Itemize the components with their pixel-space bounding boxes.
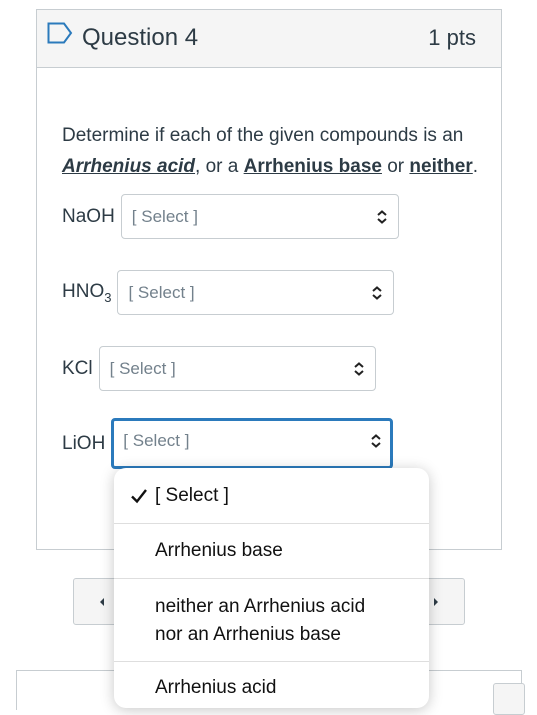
prompt-end: .: [472, 156, 479, 177]
updown-chevron-icon: [353, 362, 364, 376]
select-value: [ Select ]: [123, 431, 190, 450]
select-value: [ Select ]: [109, 359, 176, 378]
option-label: Arrhenius acid: [155, 677, 277, 698]
option-label: Arrhenius base: [155, 540, 283, 561]
option-label: [ Select ]: [155, 485, 229, 506]
option-neither[interactable]: neither an Arrhenius acid nor an Arrheni…: [114, 579, 429, 662]
triangle-left-icon[interactable]: [98, 597, 106, 607]
compound-label: LiOH: [62, 432, 106, 454]
term-neither: neither: [409, 156, 473, 177]
checkmark-icon: [131, 489, 147, 504]
select-value: [ Select ]: [128, 283, 195, 302]
prompt-text: Determine if each of the given compounds…: [62, 125, 464, 146]
compound-row-hno3: HNO3 [ Select ]: [62, 270, 395, 315]
option-label: nor an Arrhenius base: [155, 624, 341, 645]
compound-select-naoh[interactable]: [ Select ]: [120, 194, 399, 239]
updown-chevron-icon: [371, 434, 381, 448]
updown-chevron-icon: [372, 286, 383, 300]
question-points: 1 pts: [428, 25, 476, 50]
option-select[interactable]: [ Select ]: [114, 468, 429, 524]
prompt-separator: , or a: [195, 156, 244, 177]
updown-chevron-icon: [377, 210, 387, 224]
question-header: Question 4 1 pts: [37, 10, 501, 68]
prompt-separator: or: [381, 156, 410, 177]
compound-select-kcl[interactable]: [ Select ]: [98, 346, 376, 391]
bookmark-flag-icon[interactable]: [47, 22, 73, 44]
compound-select-hno3[interactable]: [ Select ]: [117, 270, 395, 315]
question-prompt: Determine if each of the given compounds…: [62, 120, 492, 182]
compound-row-kcl: KCl [ Select ]: [62, 346, 376, 391]
select-options-popup: [ Select ] Arrhenius base neither an Arr…: [114, 468, 429, 708]
compound-select-lioh[interactable]: [ Select ]: [111, 418, 394, 469]
compound-label: KCl: [62, 357, 93, 379]
question-title: Question 4: [82, 24, 199, 51]
compound-row-naoh: NaOH [ Select ]: [62, 194, 399, 239]
compound-label: NaOH: [62, 205, 115, 227]
compound-label: HNO3: [62, 280, 112, 305]
select-value: [ Select ]: [131, 207, 198, 226]
term-arrhenius-base: Arrhenius base: [243, 156, 382, 177]
option-arrhenius-base[interactable]: Arrhenius base: [114, 524, 429, 579]
option-label: neither an Arrhenius acid: [155, 596, 366, 617]
triangle-right-icon[interactable]: [432, 597, 440, 607]
next-question-control: [493, 683, 525, 715]
term-arrhenius-acid: Arrhenius acid: [62, 156, 196, 177]
compound-row-lioh: LiOH [ Select ]: [62, 418, 394, 469]
option-arrhenius-acid[interactable]: Arrhenius acid: [114, 662, 429, 708]
